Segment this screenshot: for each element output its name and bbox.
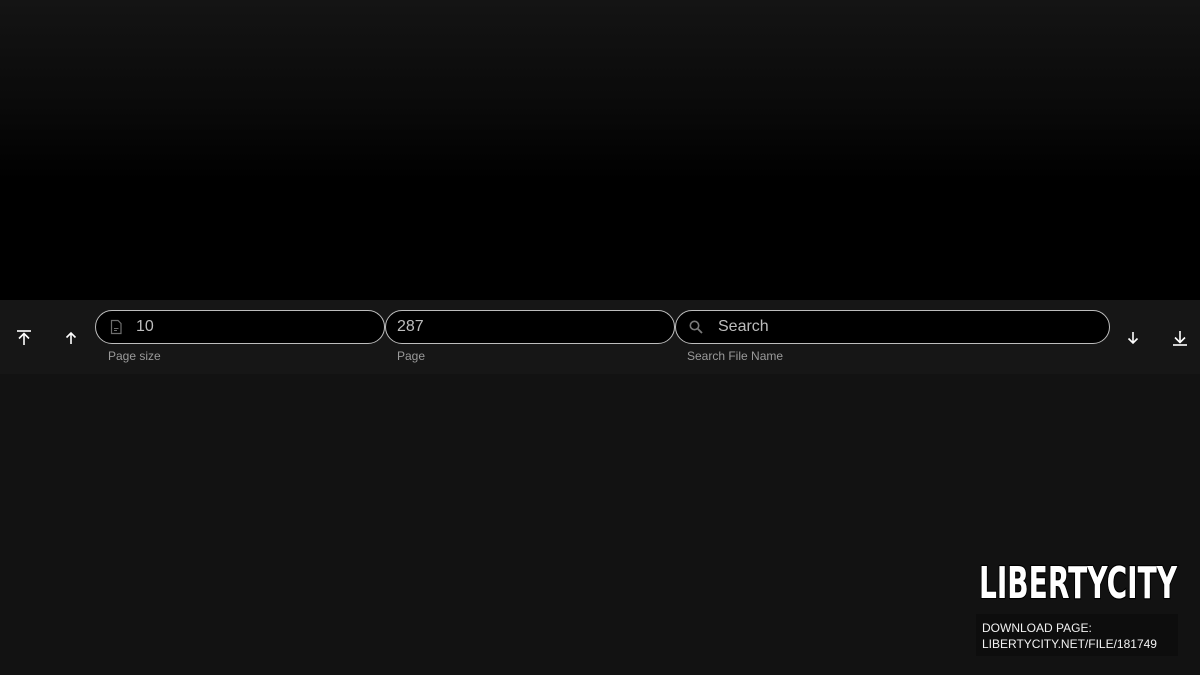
search-field[interactable] [675,310,1110,344]
content-area [0,0,1200,300]
search-icon [688,319,704,335]
next-page-button[interactable] [1117,322,1149,354]
page-number-helper: Page [397,349,426,363]
libertycity-logo: LIBERTYCITY [976,550,1180,611]
page-size-field[interactable] [95,310,385,344]
page-number-field[interactable] [385,310,675,344]
last-page-button[interactable] [1164,322,1196,354]
download-label: DOWNLOAD PAGE: [982,621,1092,635]
logo-text: LIBERTYCITY [979,558,1178,606]
arrow-to-bottom-icon [1173,331,1187,346]
page-number-input[interactable] [397,318,674,336]
download-url: LIBERTYCITY.NET/FILE/181749 [982,637,1157,651]
previous-page-button[interactable] [55,322,87,354]
arrow-down-icon [1127,332,1139,345]
first-page-button[interactable] [8,322,40,354]
arrow-up-icon [65,331,77,344]
arrow-to-top-icon [17,330,31,345]
pagination-toolbar: Page size Page Search File Name [0,300,1200,374]
libertycity-logo-mark: LIBERTYCITY [978,557,1179,611]
document-icon [108,319,124,335]
page-size-helper: Page size [108,349,161,363]
search-input[interactable] [718,318,1109,336]
download-page-notice: DOWNLOAD PAGE: LIBERTYCITY.NET/FILE/1817… [976,614,1178,656]
page-size-input[interactable] [136,318,384,336]
search-helper: Search File Name [687,349,784,363]
